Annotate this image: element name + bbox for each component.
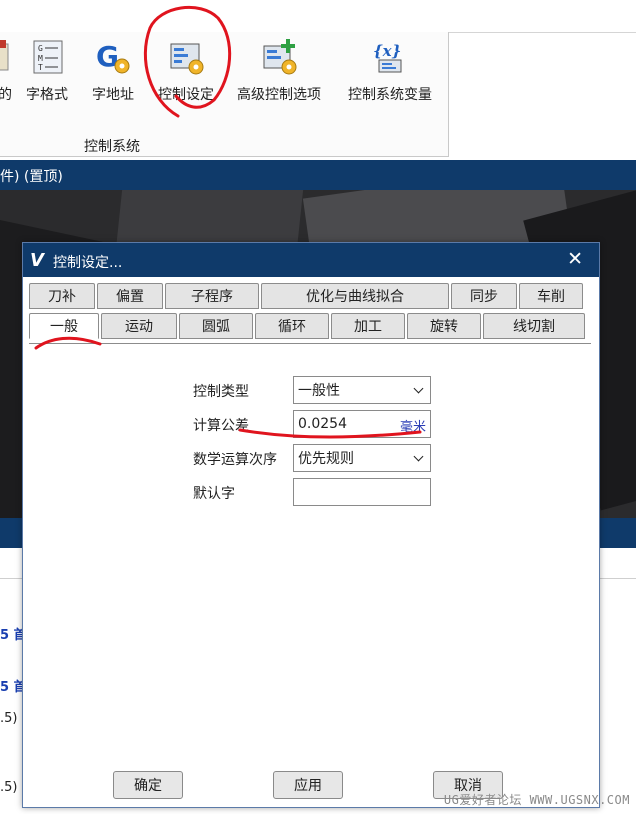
default-word-label: 默认字 [193,486,235,502]
tolerance-input[interactable]: 0.0254 毫米 [293,410,431,438]
system-variable-button[interactable]: {x} 控制系统变量 [348,38,432,104]
report-icon [0,38,24,76]
word-address-icon: G [94,38,132,76]
tolerance-value: 0.0254 [298,416,347,432]
ribbon-button-partial[interactable]: 的 [0,38,24,104]
tab-arc[interactable]: 圆弧 [179,313,253,339]
control-settings-dialog: V 控制设定... ✕ 刀补 偏置 子程序 优化与曲线拟合 同步 车削 一般 运… [22,242,600,808]
tab-cutter-comp[interactable]: 刀补 [29,283,95,309]
control-settings-icon [167,38,205,76]
default-word-input[interactable] [293,478,431,506]
chevron-down-icon [413,451,424,462]
app-logo-icon: V [30,250,44,271]
control-type-label: 控制类型 [193,384,249,400]
math-order-value: 优先规则 [298,451,354,467]
word-address-button[interactable]: G 字地址 [92,38,134,104]
unit-label: 毫米 [399,420,426,435]
control-type-value: 一般性 [298,383,340,399]
chevron-down-icon [413,383,424,394]
tolerance-label: 计算公差 [193,418,249,434]
ribbon-label: 字地址 [92,87,134,103]
control-settings-button[interactable]: 控制设定 [158,38,214,104]
math-order-label: 数学运算次序 [193,452,277,468]
svg-text:T: T [38,63,43,72]
side-text: .5) [0,711,18,726]
side-text: .5) [0,780,18,795]
ribbon-header [0,0,636,33]
app-title-text: 件) (置顶) [0,169,63,185]
svg-text:{x}: {x} [373,42,401,60]
tab-turning[interactable]: 车削 [519,283,583,309]
word-format-icon: G M T [28,38,66,76]
advanced-control-button[interactable]: 高级控制选项 [237,38,321,104]
apply-button[interactable]: 应用 [273,771,343,799]
tab-machining[interactable]: 加工 [331,313,405,339]
tab-offset[interactable]: 偏置 [97,283,163,309]
general-tab-panel: 控制类型 一般性 计算公差 0.0254 毫米 数学运算次序 优先规则 默认字 [29,343,591,764]
tab-wire-edm[interactable]: 线切割 [483,313,585,339]
control-type-select[interactable]: 一般性 [293,376,431,404]
ribbon-label: 字格式 [26,87,68,103]
word-format-button[interactable]: G M T 字格式 [26,38,68,104]
tab-general[interactable]: 一般 [29,313,99,339]
svg-text:M: M [38,54,43,63]
ribbon-group-label: 控制系统 [84,139,140,155]
ribbon-label: 控制系统变量 [348,87,432,103]
tab-motion[interactable]: 运动 [101,313,177,339]
ok-button[interactable]: 确定 [113,771,183,799]
close-icon[interactable]: ✕ [567,248,583,270]
svg-text:G: G [38,44,43,53]
math-order-select[interactable]: 优先规则 [293,444,431,472]
tab-optimization[interactable]: 优化与曲线拟合 [261,283,449,309]
tab-row-2: 一般 运动 圆弧 循环 加工 旋转 线切割 [29,313,587,341]
dialog-title: 控制设定... [53,255,123,271]
watermark: UG爱好者论坛 WWW.UGSNX.COM [443,793,630,807]
tab-subprogram[interactable]: 子程序 [165,283,259,309]
advanced-control-icon [260,38,298,76]
ribbon-label: 控制设定 [158,87,214,103]
system-variable-icon: {x} [371,38,409,76]
app-title-bar: 件) (置顶) [0,160,636,190]
tab-cycle[interactable]: 循环 [255,313,329,339]
tab-row-1: 刀补 偏置 子程序 优化与曲线拟合 同步 车削 [29,283,585,311]
ribbon-label: 高级控制选项 [237,87,321,103]
ribbon-label: 的 [0,87,12,103]
ribbon: 的 G M T 字格式 G 字地址 控制设定 高级控制选项 {x} 控制系统变量… [0,32,449,157]
dialog-title-bar[interactable]: V 控制设定... ✕ [23,243,599,277]
tab-rotation[interactable]: 旋转 [407,313,481,339]
tab-sync[interactable]: 同步 [451,283,517,309]
